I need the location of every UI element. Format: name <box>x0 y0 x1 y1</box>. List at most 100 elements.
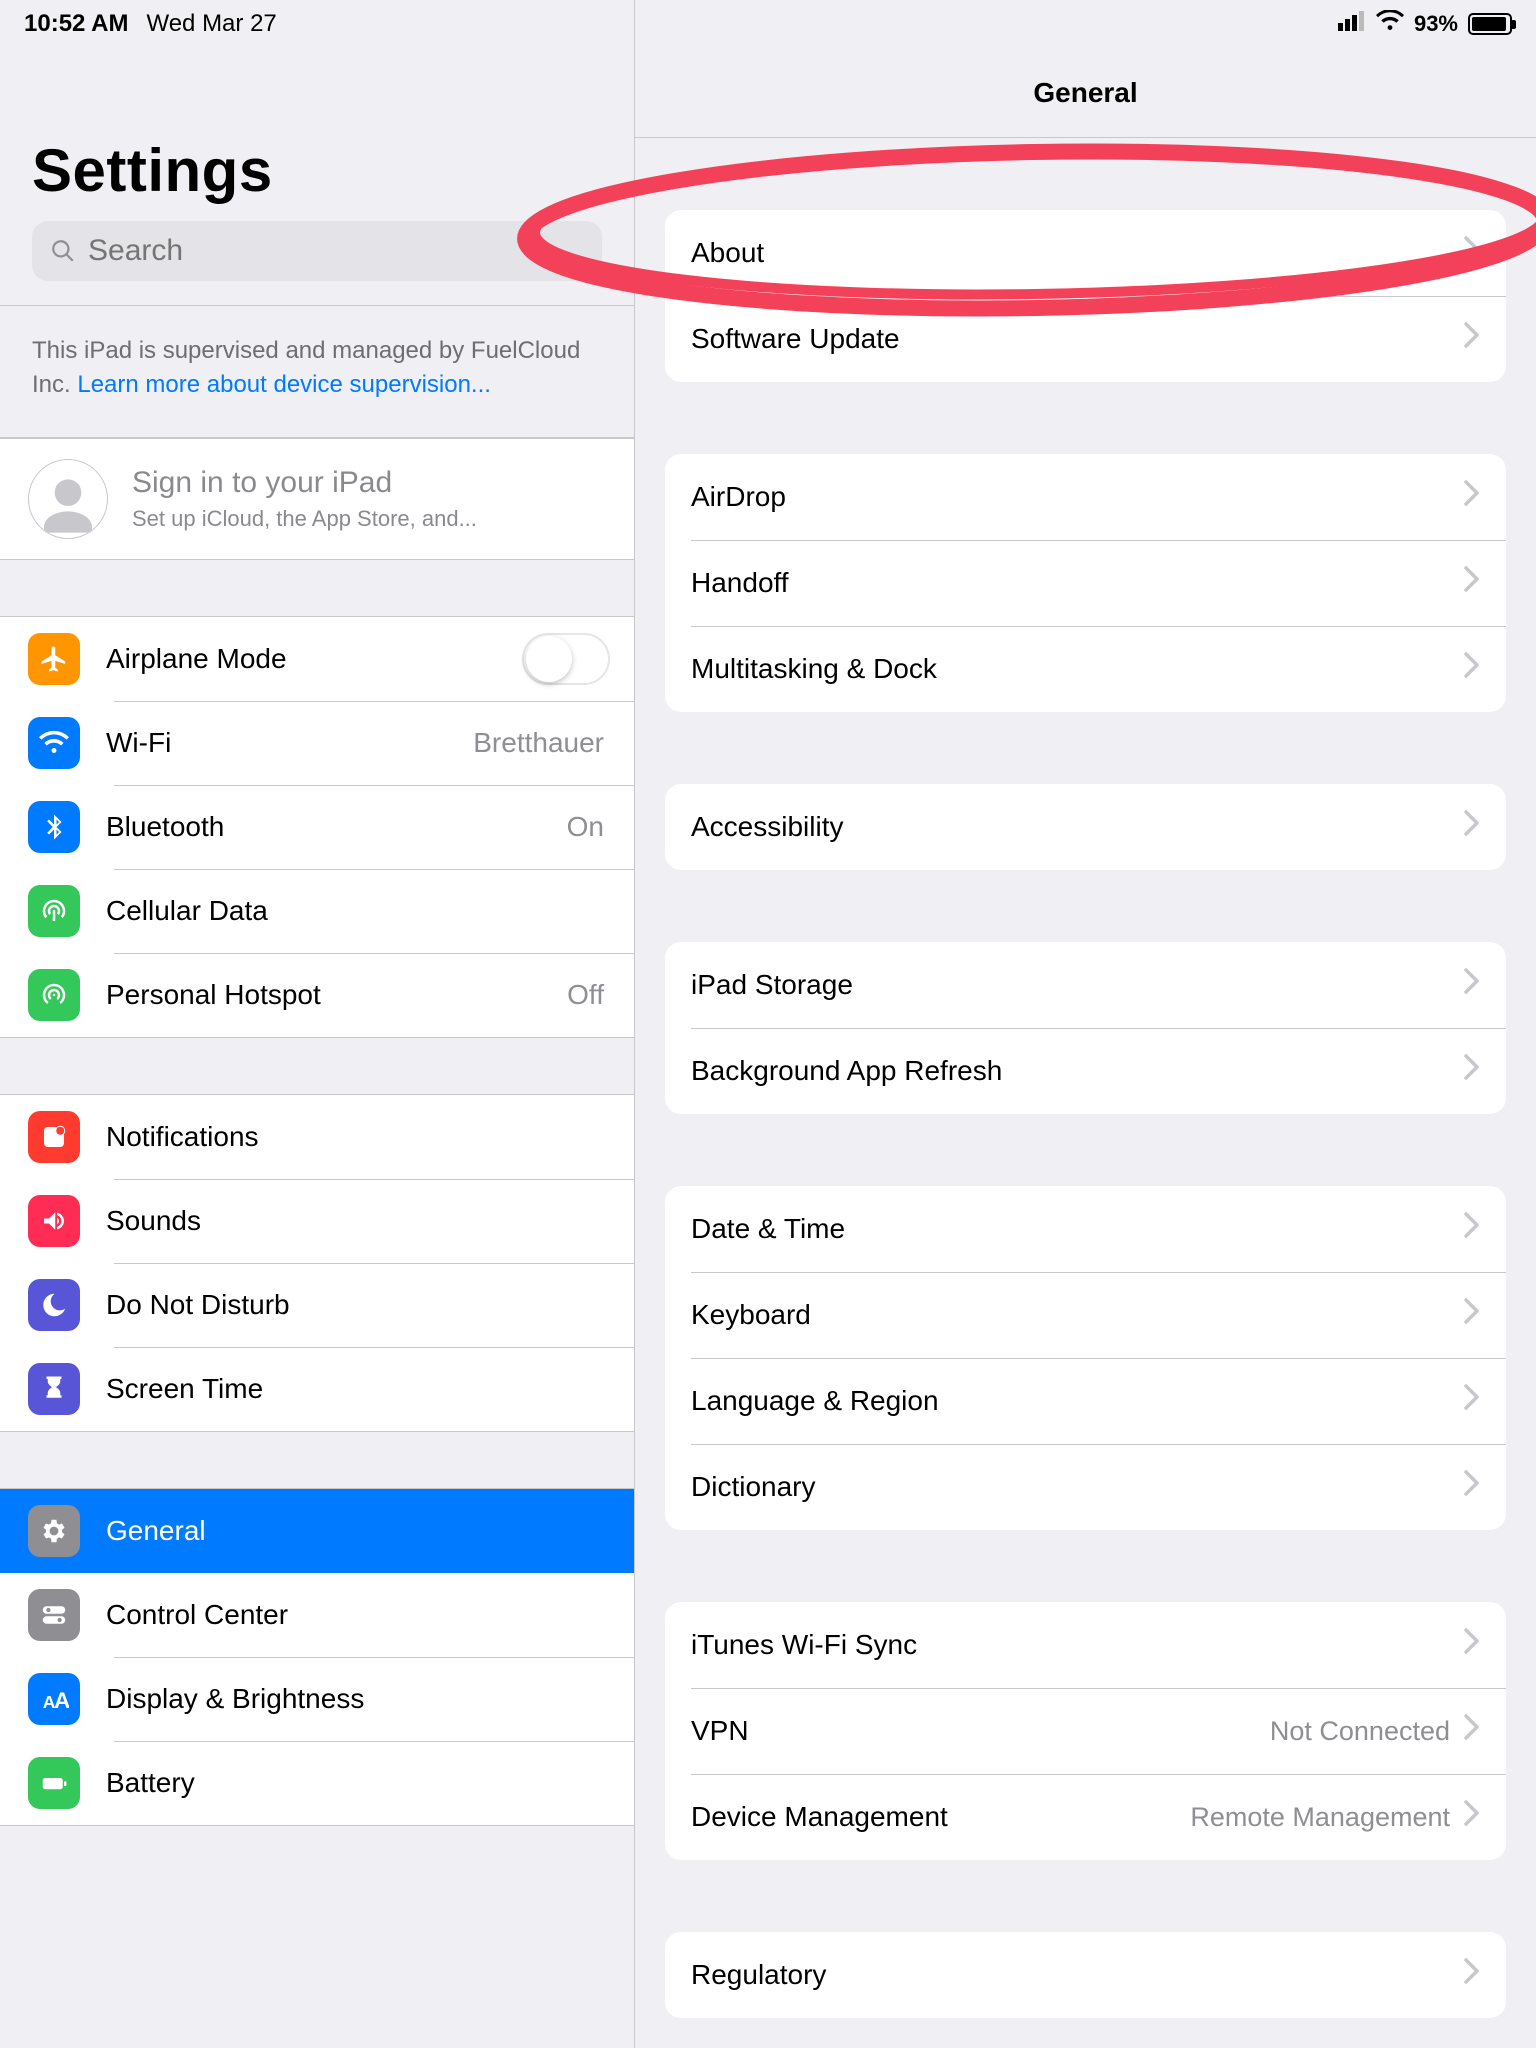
sidebar-item-wifi[interactable]: Wi-FiBretthauer <box>0 701 634 785</box>
chevron-right-icon <box>1464 322 1480 356</box>
sidebar-item-cellular[interactable]: Cellular Data <box>0 869 634 953</box>
chevron-right-icon <box>1464 810 1480 844</box>
sidebar-item-sounds[interactable]: Sounds <box>0 1179 634 1263</box>
chevron-right-icon <box>1464 1298 1480 1332</box>
sidebar-item-label: Control Center <box>106 1599 610 1631</box>
detail-row-label: VPN <box>691 1715 1270 1747</box>
supervision-notice: This iPad is supervised and managed by F… <box>0 306 634 438</box>
detail-row-airdrop[interactable]: AirDrop <box>665 454 1506 540</box>
cellular-signal-icon <box>1338 11 1366 37</box>
sidebar-item-label: Sounds <box>106 1205 610 1237</box>
chevron-right-icon <box>1464 1212 1480 1246</box>
supervision-link[interactable]: Learn more about device supervision... <box>77 371 491 398</box>
detail-row-label: iPad Storage <box>691 969 1464 1001</box>
detail-row-label: Dictionary <box>691 1471 1464 1503</box>
sidebar-item-general[interactable]: General <box>0 1489 634 1573</box>
detail-row-label: Accessibility <box>691 811 1464 843</box>
detail-pane: General About Software Update AirDrop Hando… <box>635 0 1536 2048</box>
detail-row-language-region[interactable]: Language & Region <box>665 1358 1506 1444</box>
sidebar-item-label: Display & Brightness <box>106 1683 610 1715</box>
chevron-right-icon <box>1464 1800 1480 1834</box>
sign-in-title: Sign in to your iPad <box>132 466 477 500</box>
detail-row-label: Keyboard <box>691 1299 1464 1331</box>
chevron-right-icon <box>1464 1628 1480 1662</box>
sidebar-item-label: Wi-Fi <box>106 727 473 759</box>
sidebar-item-bluetooth[interactable]: BluetoothOn <box>0 785 634 869</box>
detail-row-label: Date & Time <box>691 1213 1464 1245</box>
sign-in-row[interactable]: Sign in to your iPad Set up iCloud, the … <box>0 438 634 560</box>
detail-row-regulatory[interactable]: Regulatory <box>665 1932 1506 2018</box>
notifications-icon <box>28 1111 80 1163</box>
sidebar-item-airplane[interactable]: Airplane Mode <box>0 617 634 701</box>
detail-row-label: Device Management <box>691 1801 1190 1833</box>
detail-row-label: Background App Refresh <box>691 1055 1464 1087</box>
hourglass-icon <box>28 1363 80 1415</box>
chevron-right-icon <box>1464 968 1480 1002</box>
sidebar-item-value: On <box>567 811 604 843</box>
detail-row-dictionary[interactable]: Dictionary <box>665 1444 1506 1530</box>
detail-row-device-management[interactable]: Device ManagementRemote Management <box>665 1774 1506 1860</box>
chevron-right-icon <box>1464 652 1480 686</box>
avatar-placeholder-icon <box>28 459 108 539</box>
sidebar-item-hotspot[interactable]: Personal HotspotOff <box>0 953 634 1037</box>
sidebar-item-label: General <box>106 1515 610 1547</box>
gear-icon <box>28 1505 80 1557</box>
page-title: Settings <box>32 136 602 205</box>
detail-row-multitasking-dock[interactable]: Multitasking & Dock <box>665 626 1506 712</box>
sidebar-item-value: Off <box>567 979 604 1011</box>
sidebar-item-label: Cellular Data <box>106 895 610 927</box>
detail-row-label: Regulatory <box>691 1959 1464 1991</box>
detail-row-date-time[interactable]: Date & Time <box>665 1186 1506 1272</box>
moon-icon <box>28 1279 80 1331</box>
airplane-mode-toggle[interactable] <box>522 633 610 685</box>
status-time: 10:52 AM <box>24 10 128 38</box>
sidebar-item-label: Airplane Mode <box>106 643 522 675</box>
sidebar-item-dnd[interactable]: Do Not Disturb <box>0 1263 634 1347</box>
switches-icon <box>28 1589 80 1641</box>
search-input[interactable] <box>32 221 602 281</box>
chevron-right-icon <box>1464 566 1480 600</box>
search-icon <box>50 238 76 264</box>
chevron-right-icon <box>1464 1714 1480 1748</box>
battery-icon <box>28 1757 80 1809</box>
detail-row-label: Multitasking & Dock <box>691 653 1464 685</box>
detail-row-background-app-refresh[interactable]: Background App Refresh <box>665 1028 1506 1114</box>
detail-row-vpn[interactable]: VPNNot Connected <box>665 1688 1506 1774</box>
detail-row-accessibility[interactable]: Accessibility <box>665 784 1506 870</box>
cellular-icon <box>28 885 80 937</box>
detail-row-ipad-storage[interactable]: iPad Storage <box>665 942 1506 1028</box>
sidebar-item-battery[interactable]: Battery <box>0 1741 634 1825</box>
detail-row-keyboard[interactable]: Keyboard <box>665 1272 1506 1358</box>
chevron-right-icon <box>1464 1958 1480 1992</box>
detail-row-handoff[interactable]: Handoff <box>665 540 1506 626</box>
chevron-right-icon <box>1464 1470 1480 1504</box>
sounds-icon <box>28 1195 80 1247</box>
detail-row-value: Not Connected <box>1270 1716 1450 1747</box>
sidebar-item-controlcenter[interactable]: Control Center <box>0 1573 634 1657</box>
hotspot-icon <box>28 969 80 1021</box>
svg-text:A: A <box>54 1688 69 1713</box>
detail-row-software-update[interactable]: Software Update <box>665 296 1506 382</box>
detail-row-label: Language & Region <box>691 1385 1464 1417</box>
detail-row-label: iTunes Wi-Fi Sync <box>691 1629 1464 1661</box>
sign-in-subtitle: Set up iCloud, the App Store, and... <box>132 506 477 532</box>
sidebar-item-label: Notifications <box>106 1121 610 1153</box>
settings-sidebar: Settings This iPad is supervised and man… <box>0 0 635 2048</box>
battery-percent: 93% <box>1414 11 1458 37</box>
detail-row-label: AirDrop <box>691 481 1464 513</box>
chevron-right-icon <box>1464 1054 1480 1088</box>
sidebar-item-label: Personal Hotspot <box>106 979 567 1011</box>
sidebar-item-screentime[interactable]: Screen Time <box>0 1347 634 1431</box>
detail-title: General <box>635 48 1536 138</box>
detail-row-label: Software Update <box>691 323 1464 355</box>
chevron-right-icon <box>1464 1384 1480 1418</box>
sidebar-item-label: Do Not Disturb <box>106 1289 610 1321</box>
sidebar-item-notifications[interactable]: Notifications <box>0 1095 634 1179</box>
sidebar-item-display[interactable]: AADisplay & Brightness <box>0 1657 634 1741</box>
detail-row-about[interactable]: About <box>665 210 1506 296</box>
sidebar-item-value: Bretthauer <box>473 727 604 759</box>
chevron-right-icon <box>1464 236 1480 270</box>
detail-row-itunes-wi-fi-sync[interactable]: iTunes Wi-Fi Sync <box>665 1602 1506 1688</box>
battery-icon <box>1468 13 1512 35</box>
search-text[interactable] <box>88 234 584 268</box>
